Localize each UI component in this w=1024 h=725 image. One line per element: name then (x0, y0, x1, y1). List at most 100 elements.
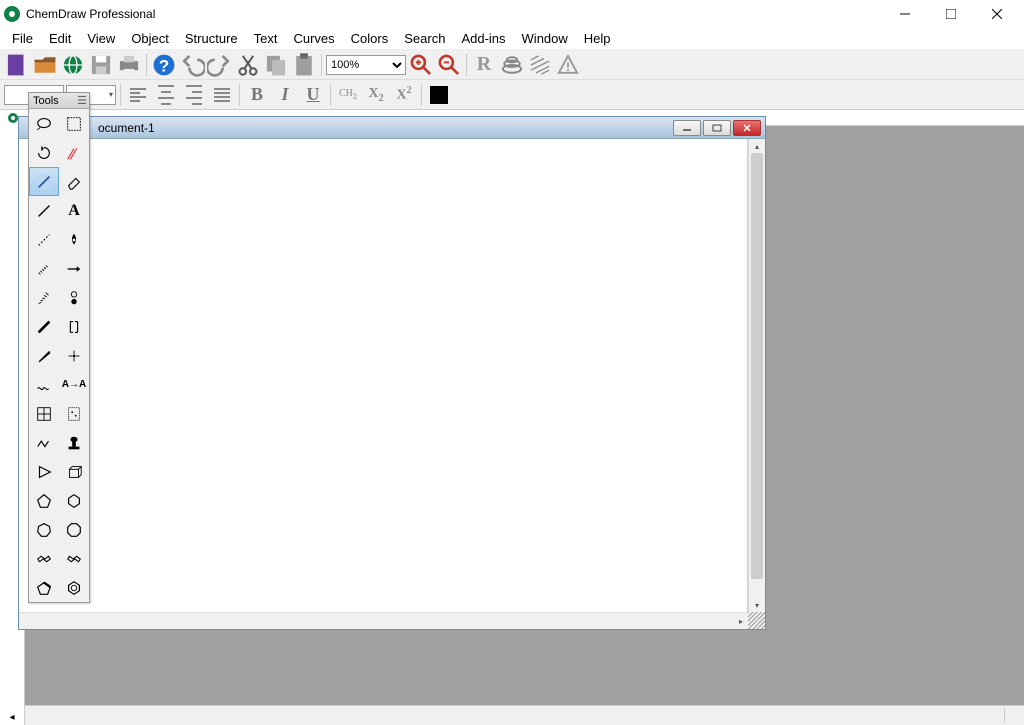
doc-maximize-button[interactable] (703, 120, 731, 136)
italic-button[interactable]: I (272, 82, 298, 108)
subscript-button[interactable]: X2 (363, 82, 389, 108)
scroll-right-icon[interactable]: ▸ (734, 617, 748, 626)
open-button[interactable] (32, 52, 58, 78)
cube-tool[interactable] (59, 457, 89, 486)
marquee-tool[interactable] (59, 109, 89, 138)
dashed-bond-tool[interactable] (29, 225, 59, 254)
align-center-button[interactable] (153, 82, 179, 108)
hatch-button[interactable] (527, 52, 553, 78)
web-button[interactable] (60, 52, 86, 78)
zoom-out-button[interactable] (436, 52, 462, 78)
eraser-tool[interactable] (59, 167, 89, 196)
superscript-button[interactable]: X2 (391, 82, 417, 108)
cyclohexane-chair-tool[interactable] (29, 544, 59, 573)
rotate-tool[interactable] (29, 138, 59, 167)
orbital-tool[interactable] (59, 283, 89, 312)
stamp-tool[interactable] (59, 428, 89, 457)
menu-window[interactable]: Window (514, 29, 576, 48)
table-tool[interactable] (29, 399, 59, 428)
align-right-button[interactable] (181, 82, 207, 108)
benzene-tool[interactable] (59, 573, 89, 602)
menu-help[interactable]: Help (576, 29, 619, 48)
horizontal-scrollbar[interactable]: ▸ (19, 612, 765, 629)
document-titlebar[interactable]: ocument-1 (19, 117, 765, 139)
hexagon-tool[interactable] (59, 486, 89, 515)
app-title: ChemDraw Professional (26, 7, 882, 21)
cyclopentadiene-tool[interactable] (29, 573, 59, 602)
formula-button[interactable]: CH2 (335, 82, 361, 108)
menu-curves[interactable]: Curves (285, 29, 342, 48)
document-canvas[interactable] (19, 139, 748, 612)
r-group-button[interactable]: R (471, 52, 497, 78)
underline-button[interactable]: U (300, 82, 326, 108)
app-icon (4, 6, 20, 22)
menu-addins[interactable]: Add-ins (453, 29, 513, 48)
chemistry-tool[interactable] (59, 341, 89, 370)
atom-map-tool[interactable]: A→A (59, 370, 89, 399)
bond-tool[interactable] (59, 138, 89, 167)
align-justify-button[interactable] (209, 82, 235, 108)
pen-tool[interactable] (59, 225, 89, 254)
scroll-up-icon[interactable]: ▴ (749, 139, 765, 153)
wedge-bond-tool[interactable] (29, 341, 59, 370)
new-button[interactable] (4, 52, 30, 78)
cyclohexane-chair2-tool[interactable] (59, 544, 89, 573)
hashed-wedge-tool[interactable] (29, 283, 59, 312)
svg-text:?: ? (159, 56, 169, 75)
tools-panel[interactable]: Tools ☰ A A→A (28, 92, 90, 603)
copy-button[interactable] (263, 52, 289, 78)
menu-file[interactable]: File (4, 29, 41, 48)
arrow-tool[interactable] (59, 254, 89, 283)
main-toolbar: ? 100% R (0, 50, 1024, 80)
zoom-in-button[interactable] (408, 52, 434, 78)
play-tool[interactable] (29, 457, 59, 486)
tools-title: Tools (33, 95, 59, 107)
zoom-select[interactable]: 100% (326, 55, 406, 75)
wavy-bond-tool[interactable] (29, 370, 59, 399)
resize-grip[interactable] (748, 612, 765, 629)
heptagon-tool[interactable] (29, 515, 59, 544)
pentagon-tool[interactable] (29, 486, 59, 515)
lasso-tool[interactable] (29, 109, 59, 138)
close-button[interactable] (974, 0, 1020, 28)
clean-button[interactable] (499, 52, 525, 78)
doc-close-button[interactable] (733, 120, 761, 136)
tlc-tool[interactable] (59, 399, 89, 428)
text-tool[interactable]: A (59, 196, 89, 225)
color-button[interactable] (426, 82, 452, 108)
save-button[interactable] (88, 52, 114, 78)
hashed-bond-tool[interactable] (29, 254, 59, 283)
menu-search[interactable]: Search (396, 29, 453, 48)
align-left-button[interactable] (125, 82, 151, 108)
help-button[interactable]: ? (151, 52, 177, 78)
bold-bond-tool[interactable] (29, 312, 59, 341)
maximize-button[interactable] (928, 0, 974, 28)
chain-tool[interactable] (29, 428, 59, 457)
scroll-thumb[interactable] (751, 153, 763, 579)
print-button[interactable] (116, 52, 142, 78)
menu-text[interactable]: Text (246, 29, 286, 48)
undo-button[interactable] (179, 52, 205, 78)
paste-button[interactable] (291, 52, 317, 78)
octagon-tool[interactable] (59, 515, 89, 544)
menu-object[interactable]: Object (123, 29, 177, 48)
scroll-left-icon[interactable]: ◂ (9, 712, 14, 725)
menu-edit[interactable]: Edit (41, 29, 79, 48)
scroll-down-icon[interactable]: ▾ (749, 598, 765, 612)
single-bond-tool[interactable] (29, 196, 59, 225)
solid-bond-tool[interactable] (29, 167, 59, 196)
cut-button[interactable] (235, 52, 261, 78)
tools-panel-header[interactable]: Tools ☰ (29, 93, 89, 109)
menu-structure[interactable]: Structure (177, 29, 246, 48)
bracket-tool[interactable] (59, 312, 89, 341)
menu-view[interactable]: View (79, 29, 123, 48)
doc-minimize-button[interactable] (673, 120, 701, 136)
warning-button[interactable] (555, 52, 581, 78)
vertical-scrollbar[interactable]: ▴ ▾ (748, 139, 765, 612)
redo-button[interactable] (207, 52, 233, 78)
menubar: File Edit View Object Structure Text Cur… (0, 28, 1024, 50)
bold-button[interactable]: B (244, 82, 270, 108)
grip-icon: ☰ (77, 94, 85, 107)
minimize-button[interactable] (882, 0, 928, 28)
menu-colors[interactable]: Colors (343, 29, 397, 48)
